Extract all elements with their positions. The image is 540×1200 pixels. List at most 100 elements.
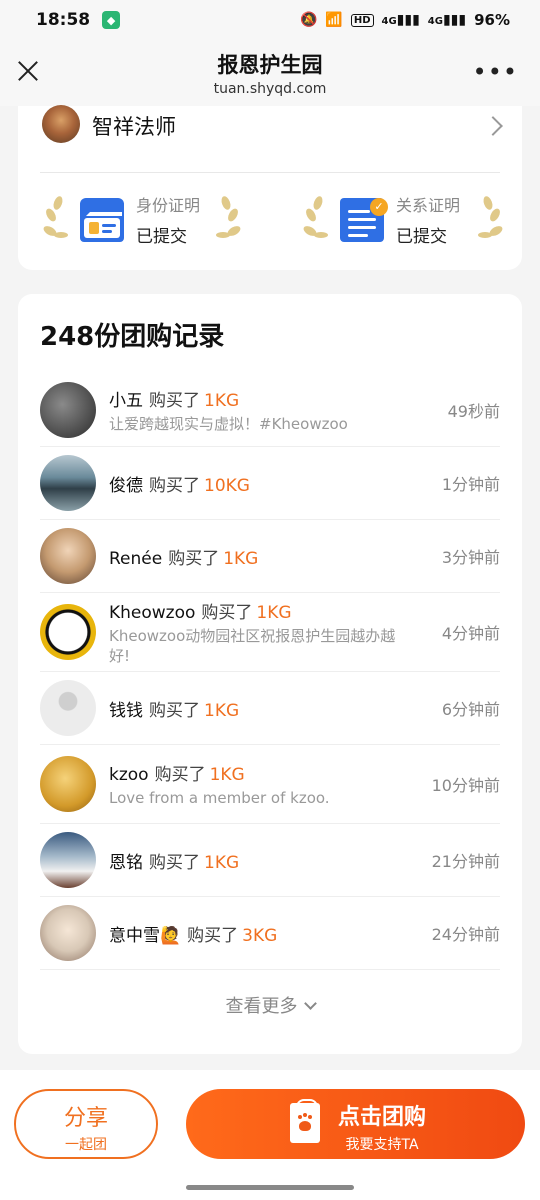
action-text: 购买了 bbox=[149, 475, 200, 496]
timestamp: 49秒前 bbox=[447, 402, 500, 421]
action-text: 购买了 bbox=[149, 700, 200, 721]
timestamp: 4分钟前 bbox=[441, 624, 500, 643]
identity-proof: 身份证明 已提交 bbox=[41, 192, 243, 247]
avatar[interactable] bbox=[40, 455, 96, 511]
list-item: 恩铭 购买了 1KG 21分钟前 bbox=[40, 824, 500, 897]
signal-4g-icon: 4G▮▮▮ bbox=[381, 12, 420, 28]
quantity: 1KG bbox=[204, 391, 240, 411]
list-item: 小五 购买了 1KG 让爱跨越现实与虚拟！#Kheowzoo 49秒前 bbox=[40, 374, 500, 447]
avatar[interactable] bbox=[40, 604, 96, 660]
chevron-right-icon bbox=[483, 116, 503, 136]
quantity: 1KG bbox=[223, 548, 259, 569]
list-item: kzoo 购买了 1KG Love from a member of kzoo. 1… bbox=[40, 745, 500, 824]
action-text: 购买了 bbox=[149, 391, 200, 411]
signal-4g-icon-2: 4G▮▮▮ bbox=[427, 12, 467, 28]
share-sublabel: 一起团 bbox=[65, 1137, 107, 1153]
nav-title-block: 报恩护生园 tuan.shyqd.com bbox=[214, 49, 327, 97]
battery-level: 96% bbox=[474, 11, 510, 29]
wifi-icon: 📶 bbox=[325, 12, 343, 28]
buyer-name: 俊德 bbox=[109, 475, 143, 496]
buyer-name: 意中雪🙋 bbox=[109, 925, 182, 946]
avatar[interactable] bbox=[40, 756, 96, 812]
relationship-proof-text: 关系证明 已提交 bbox=[396, 192, 460, 247]
buyer-name: 钱钱 bbox=[109, 700, 143, 721]
action-text: 购买了 bbox=[201, 603, 253, 623]
avatar[interactable] bbox=[40, 528, 96, 584]
laurel-right-icon bbox=[214, 194, 243, 244]
quantity: 1KG bbox=[204, 700, 240, 721]
timestamp: 1分钟前 bbox=[441, 475, 500, 494]
share-button[interactable]: 分享 一起团 bbox=[14, 1089, 158, 1159]
close-icon[interactable] bbox=[14, 56, 42, 84]
buyer-name: 恩铭 bbox=[109, 852, 143, 873]
cert-label: 身份证明 bbox=[136, 196, 201, 215]
buyer-name: Renée bbox=[109, 548, 163, 569]
action-text: 购买了 bbox=[149, 852, 200, 873]
group-buy-label: 点击团购 bbox=[338, 1105, 427, 1130]
buyer-message: Kheowzoo动物园社区祝报恩护生园越办越好! bbox=[109, 627, 396, 665]
security-shield-icon: ◆ bbox=[102, 11, 121, 29]
divider bbox=[40, 172, 500, 173]
buyer-name: 小五 bbox=[109, 391, 143, 411]
see-more-button[interactable]: 查看更多 bbox=[18, 992, 522, 1018]
buyer-message: Love from a member of kzoo. bbox=[109, 789, 330, 807]
list-item: 意中雪🙋 购买了 3KG 24分钟前 bbox=[40, 897, 500, 970]
owner-avatar bbox=[42, 105, 80, 143]
timestamp: 21分钟前 bbox=[431, 852, 500, 871]
group-buy-text: 点击团购 我要支持TA bbox=[338, 1099, 426, 1154]
group-buy-sublabel: 我要支持TA bbox=[345, 1137, 419, 1153]
action-text: 购买了 bbox=[187, 925, 239, 946]
hd-badge: HD bbox=[350, 13, 374, 27]
owner-name: 智祥法师 bbox=[92, 115, 176, 139]
buyer-message: 让爱跨越现实与虚拟！#Kheowzoo bbox=[109, 415, 348, 433]
buyer-name: Kheowzoo bbox=[109, 603, 196, 623]
action-text: 购买了 bbox=[168, 548, 220, 569]
id-card-icon bbox=[80, 197, 124, 242]
page-url: tuan.shyqd.com bbox=[213, 81, 327, 97]
status-time: 18:58 bbox=[36, 10, 91, 30]
avatar[interactable] bbox=[40, 382, 96, 438]
quantity: 1KG bbox=[209, 765, 245, 785]
group-buy-records-card: 248份团购记录 小五 购买了 1KG 让爱跨越现实与虚拟！#Kheowzoo 49… bbox=[18, 294, 522, 1054]
avatar[interactable] bbox=[40, 832, 96, 888]
group-buy-button[interactable]: 点击团购 我要支持TA bbox=[186, 1089, 525, 1159]
list-item: Kheowzoo 购买了 1KG Kheowzoo动物园社区祝报恩护生园越办越好! … bbox=[40, 593, 500, 672]
owner-card: 智祥法师 身份证明 已提交 ✓ 关系证明 已提交 bbox=[18, 105, 522, 270]
quantity: 10KG bbox=[204, 475, 250, 496]
more-menu-icon[interactable]: ••• bbox=[473, 58, 518, 86]
records-list: 小五 购买了 1KG 让爱跨越现实与虚拟！#Kheowzoo 49秒前 俊德 购买了 1… bbox=[40, 374, 500, 970]
list-item: Renée 购买了 1KG 3分钟前 bbox=[40, 520, 500, 593]
cert-label: 关系证明 bbox=[396, 196, 461, 215]
list-item: 俊德 购买了 10KG 1分钟前 bbox=[40, 447, 500, 520]
action-text: 购买了 bbox=[154, 765, 206, 785]
laurel-left-icon bbox=[301, 194, 330, 244]
quantity: 1KG bbox=[204, 852, 240, 873]
mute-icon: 🔕 bbox=[299, 12, 318, 28]
timestamp: 10分钟前 bbox=[431, 776, 500, 795]
identity-proof-text: 身份证明 已提交 bbox=[136, 192, 200, 247]
quantity: 3KG bbox=[242, 925, 278, 946]
timestamp: 6分钟前 bbox=[441, 700, 500, 719]
laurel-left-icon bbox=[41, 194, 70, 244]
bottom-action-bar: 分享 一起团 点击团购 我要支持TA bbox=[0, 1070, 540, 1200]
list-item: 钱钱 购买了 1KG 6分钟前 bbox=[40, 672, 500, 745]
laurel-right-icon bbox=[476, 194, 505, 244]
document-check-icon: ✓ bbox=[340, 197, 388, 242]
timestamp: 3分钟前 bbox=[441, 548, 500, 567]
see-more-label: 查看更多 bbox=[225, 996, 298, 1017]
share-label: 分享 bbox=[63, 1106, 108, 1131]
page-title: 报恩护生园 bbox=[217, 53, 323, 77]
cert-value: 已提交 bbox=[136, 227, 187, 247]
status-icons: 🔕 📶 HD 4G▮▮▮ 4G▮▮▮ 96% bbox=[300, 11, 510, 29]
shopping-bag-icon bbox=[290, 1099, 320, 1143]
nav-header: 报恩护生园 tuan.shyqd.com ••• bbox=[0, 40, 540, 106]
home-indicator[interactable] bbox=[186, 1185, 354, 1190]
timestamp: 24分钟前 bbox=[431, 925, 500, 944]
avatar[interactable] bbox=[40, 905, 96, 961]
cert-value: 已提交 bbox=[396, 227, 447, 247]
relationship-proof: ✓ 关系证明 已提交 bbox=[301, 192, 505, 247]
owner-row[interactable]: 智祥法师 bbox=[42, 105, 503, 146]
avatar[interactable] bbox=[40, 680, 96, 736]
chevron-down-icon bbox=[303, 997, 317, 1010]
quantity: 1KG bbox=[256, 603, 292, 623]
